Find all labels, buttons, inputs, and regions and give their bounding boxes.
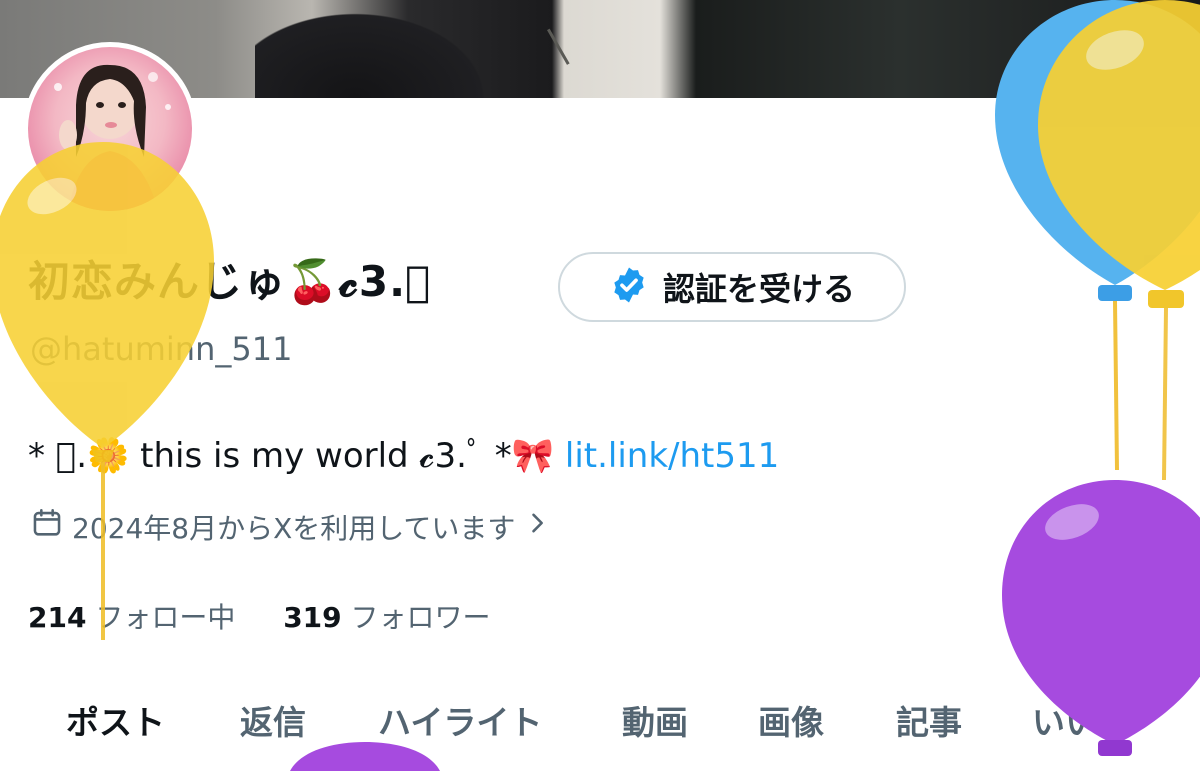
user-handle: @hatuminn_511 — [30, 330, 293, 368]
tab-posts[interactable]: ポスト — [66, 696, 165, 744]
tab-photos[interactable]: 画像 — [758, 696, 824, 744]
followers-link[interactable]: 319 フォロワー — [283, 601, 490, 634]
followers-count: 319 — [283, 601, 342, 634]
bio-text: * ﾟ.🌼 this is my world 𝓬3.ﾟ *🎀 — [28, 436, 565, 476]
following-link[interactable]: 214 フォロー中 — [28, 601, 235, 634]
tab-articles[interactable]: 記事 — [896, 696, 962, 744]
profile-tabs: ポスト 返信 ハイライト 動画 画像 記事 いいね — [0, 690, 1200, 760]
tab-highlights[interactable]: ハイライト — [378, 696, 542, 744]
tab-likes[interactable]: いいね — [1032, 696, 1131, 744]
verified-badge-icon — [609, 265, 649, 309]
joined-date-row[interactable]: 2024年8月からXを利用しています — [30, 506, 551, 547]
get-verified-button[interactable]: 認証を受ける — [558, 252, 906, 322]
following-label: フォロー中 — [95, 601, 236, 634]
follow-stats: 214 フォロー中 319 フォロワー — [28, 596, 491, 636]
get-verified-label: 認証を受ける — [662, 270, 855, 308]
chevron-right-icon — [523, 509, 551, 544]
joined-date-text: 2024年8月からXを利用しています — [72, 511, 516, 545]
followers-label: フォロワー — [350, 601, 491, 634]
profile-page: 初恋みんじゅ🍒𝓬3.ﾟ 認証を受ける @hatuminn_511 * ﾟ.🌼 t… — [0, 0, 1200, 771]
calendar-icon — [30, 506, 64, 547]
bio: * ﾟ.🌼 this is my world 𝓬3.ﾟ *🎀 lit.link/… — [28, 428, 779, 477]
avatar-photo — [28, 47, 192, 211]
following-count: 214 — [28, 601, 87, 634]
display-name: 初恋みんじゅ🍒𝓬3.ﾟ — [28, 257, 432, 306]
avatar[interactable] — [23, 42, 197, 216]
bio-link[interactable]: lit.link/ht511 — [565, 436, 779, 476]
tab-replies[interactable]: 返信 — [240, 696, 306, 744]
tab-videos[interactable]: 動画 — [622, 696, 688, 744]
yellow-balloon-left — [0, 142, 214, 640]
